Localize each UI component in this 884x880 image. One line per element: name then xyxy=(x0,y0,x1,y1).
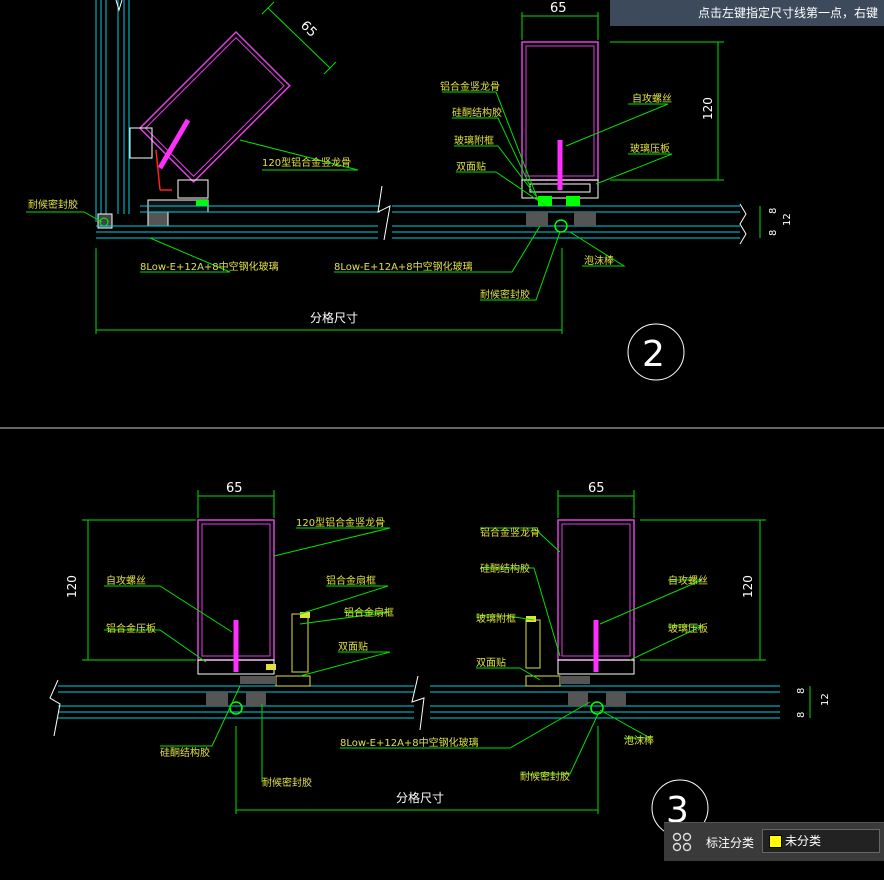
bottom-label-pressure-right: 玻璃压板 xyxy=(668,622,708,635)
top-label-frame: 120型铝合金竖龙骨 xyxy=(262,156,351,169)
bottom-dim-120-left: 120 xyxy=(65,575,79,598)
bottom-label-sash: 铝合金扇框 xyxy=(326,574,376,587)
bottom-dim-grid: 分格尺寸 xyxy=(396,790,444,805)
bottom-label-frame: 120型铝合金竖龙骨 xyxy=(296,516,385,529)
annotation-category-panel: 标注分类 未分类 xyxy=(664,822,884,861)
left-wall-mullion xyxy=(95,0,130,222)
bottom-glass-panel xyxy=(58,685,780,719)
top-label-foam: 泡沫棒 xyxy=(584,254,614,267)
bottom-dim-120-right: 120 xyxy=(741,575,755,598)
rotated-dim xyxy=(261,1,337,75)
bottom-label-double-tape-right: 双面贴 xyxy=(476,656,506,669)
top-label-pressure: 玻璃压板 xyxy=(630,142,670,155)
bottom-label-silicone-left: 硅酮结构胶 xyxy=(160,746,210,759)
top-label-screw: 自攻螺丝 xyxy=(632,92,672,105)
top-dimensions xyxy=(95,12,761,334)
category-select[interactable]: 未分类 xyxy=(762,829,880,853)
top-dim-8a: 8 xyxy=(768,208,779,214)
cad-drawing-canvas[interactable]: 65 65 120 8 8 12 分格尺寸 铝合金竖龙骨 硅酮结构胶 玻璃附框 … xyxy=(0,0,884,880)
bottom-label-silicone-right: 硅酮结构胶 xyxy=(480,562,530,575)
bottom-label-pressure-left: 铝合金压板 xyxy=(106,622,156,635)
detail-number-2: 2 xyxy=(642,334,665,375)
top-dim-8b: 8 xyxy=(768,230,779,236)
bottom-label-mullion-right: 铝合金竖龙骨 xyxy=(480,526,540,539)
top-label-glass-left: 8Low-E+12A+8中空钢化玻璃 xyxy=(140,260,279,273)
category-selected-value: 未分类 xyxy=(785,834,822,848)
detail-2: 65 65 120 8 8 12 分格尺寸 铝合金竖龙骨 硅酮结构胶 玻璃附框 … xyxy=(26,0,793,381)
bottom-label-sash2: 铝合金扇框 xyxy=(344,606,394,619)
bottom-label-glass: 8Low-E+12A+8中空钢化玻璃 xyxy=(340,736,479,749)
bottom-dim-65-left: 65 xyxy=(226,481,243,496)
top-label-glass-right: 8Low-E+12A+8中空钢化玻璃 xyxy=(334,260,473,273)
bottom-left-mullion xyxy=(197,519,311,715)
color-swatch xyxy=(769,835,782,848)
bottom-break-left xyxy=(49,679,61,737)
rotated-dim-text: 65 xyxy=(297,18,319,40)
bottom-break-mid xyxy=(411,675,425,731)
top-label-glass-pad: 玻璃附框 xyxy=(454,134,494,147)
top-label-weather-right: 耐候密封胶 xyxy=(480,288,530,301)
bottom-dim-8a: 8 xyxy=(796,688,807,694)
top-label-weather-left: 耐候密封胶 xyxy=(28,198,78,211)
top-label-double-tape: 双面贴 xyxy=(456,160,486,173)
command-prompt: 点击左键指定尺寸线第一点，右键 xyxy=(610,0,884,26)
grid-icon[interactable] xyxy=(672,832,692,852)
top-dim-65: 65 xyxy=(550,1,567,16)
bottom-right-mullion xyxy=(525,519,635,715)
bottom-label-glass-pad-right: 玻璃附框 xyxy=(476,612,516,625)
bottom-label-foam: 泡沫棒 xyxy=(624,734,654,747)
bottom-labels: 120型铝合金竖龙骨 自攻螺丝 铝合金压板 铝合金扇框 铝合金扇框 双面贴 硅酮… xyxy=(106,516,708,789)
category-label: 标注分类 xyxy=(706,836,755,850)
bottom-label-screw-right: 自攻螺丝 xyxy=(668,574,708,587)
top-dim-grid: 分格尺寸 xyxy=(310,310,358,325)
break-line-right xyxy=(739,203,747,245)
bottom-label-weather-right: 耐候密封胶 xyxy=(520,770,570,783)
top-label-mullion: 铝合金竖龙骨 xyxy=(440,80,500,93)
bottom-dim-8b: 8 xyxy=(796,712,807,718)
bottom-label-weather-left: 耐候密封胶 xyxy=(262,776,312,789)
left-clip-hardware xyxy=(97,127,209,229)
top-labels: 铝合金竖龙骨 硅酮结构胶 玻璃附框 双面贴 自攻螺丝 玻璃压板 耐候密封胶 12… xyxy=(28,80,672,301)
top-label-silicone: 硅酮结构胶 xyxy=(452,106,502,119)
bottom-dim-65-right: 65 xyxy=(588,481,605,496)
break-line xyxy=(377,185,391,241)
detail-3: 65 65 120 120 8 8 12 分格尺寸 120型铝合金竖龙骨 自攻螺… xyxy=(49,481,831,837)
bottom-label-double-tape-left: 双面贴 xyxy=(338,640,368,653)
bottom-dim-12: 12 xyxy=(820,693,831,706)
top-dim-12: 12 xyxy=(782,213,793,226)
bottom-label-screw-left: 自攻螺丝 xyxy=(106,574,146,587)
top-dim-120: 120 xyxy=(701,97,715,120)
